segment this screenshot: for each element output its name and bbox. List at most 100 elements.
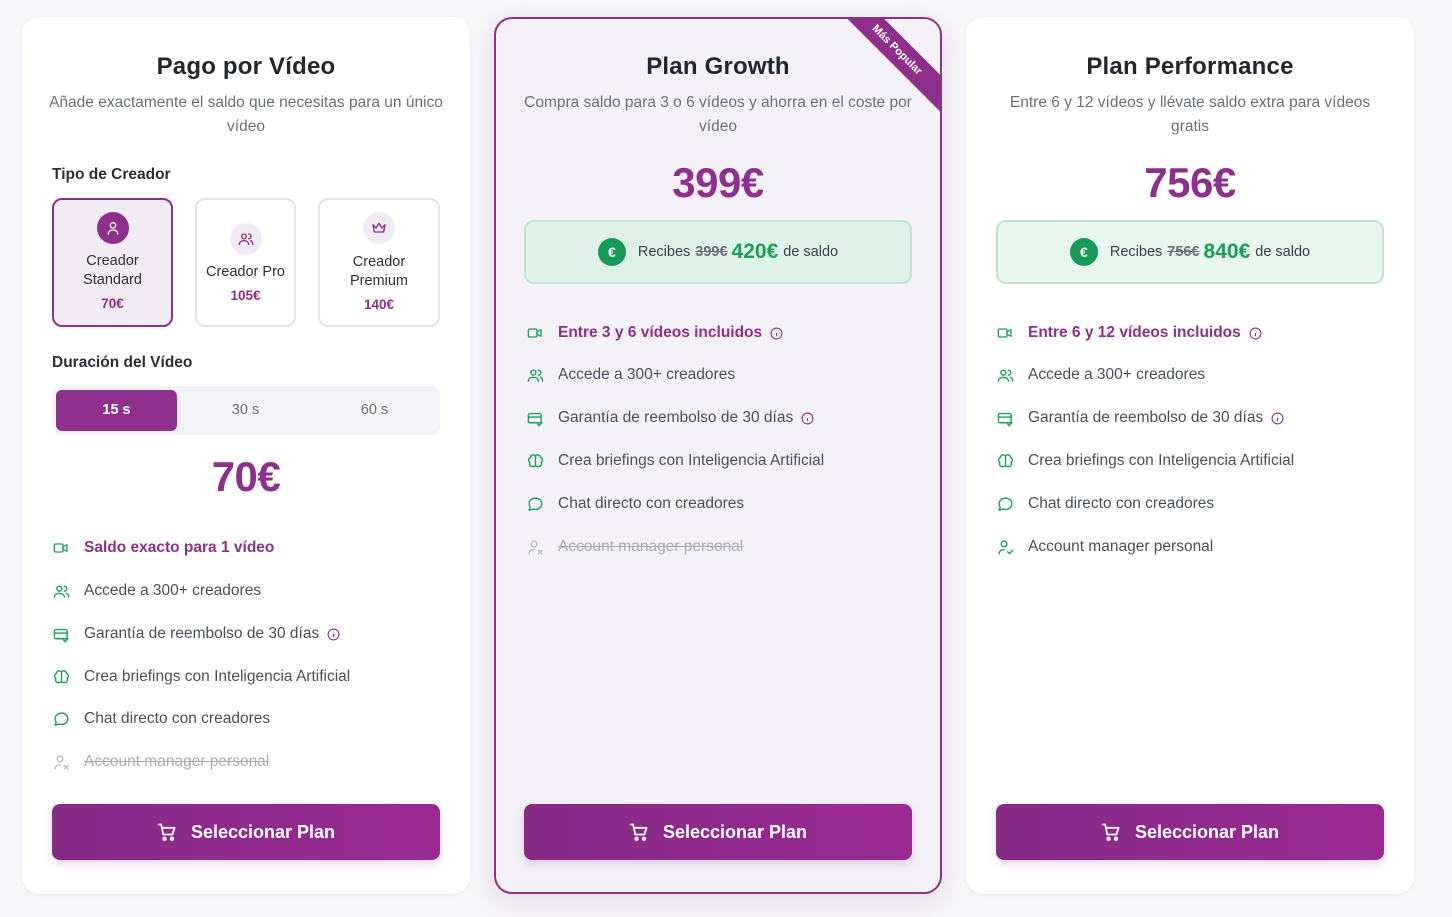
info-icon[interactable] — [801, 412, 814, 425]
creator-option-price: 70€ — [101, 296, 124, 311]
user-check-icon — [996, 538, 1014, 556]
euro-icon: € — [597, 238, 626, 266]
feature-item: Chat directo con creadores — [996, 493, 1394, 515]
feature-text: Crea briefings con Inteligencia Artifici… — [558, 452, 825, 469]
crown-icon — [363, 212, 395, 244]
refund-icon — [52, 625, 70, 643]
user-x-icon — [526, 538, 544, 556]
feature-item: Accede a 300+ creadores — [52, 580, 450, 602]
video-icon — [996, 324, 1014, 342]
info-icon[interactable] — [327, 628, 340, 641]
cart-icon — [629, 822, 649, 842]
feature-item: Entre 6 y 12 vídeos incluidos — [996, 322, 1394, 344]
feature-text: Chat directo con creadores — [1028, 495, 1215, 512]
feature-item: Account manager personal — [52, 751, 450, 773]
duration-selector: 15 s 30 s 60 s — [52, 386, 440, 435]
feature-item: Garantía de reembolso de 30 días — [52, 623, 450, 645]
creator-option-price: 105€ — [230, 288, 261, 303]
chat-icon — [526, 495, 544, 513]
feature-item: Saldo exacto para 1 vídeo — [52, 537, 450, 559]
video-icon — [526, 324, 544, 342]
feature-item: Account manager personal — [526, 536, 920, 558]
feature-item: Crea briefings con Inteligencia Artifici… — [526, 450, 920, 472]
chat-icon — [52, 710, 70, 728]
feature-item: Chat directo con creadores — [526, 493, 920, 515]
select-plan-button[interactable]: Seleccionar Plan — [524, 804, 912, 860]
feature-item: Account manager personal — [996, 536, 1394, 558]
duration-option-60s[interactable]: 60 s — [314, 390, 435, 431]
feature-text: Accede a 300+ creadores — [84, 582, 262, 599]
brain-icon — [996, 452, 1014, 470]
feature-text: Crea briefings con Inteligencia Artifici… — [1028, 452, 1295, 469]
euro-icon: € — [1069, 238, 1098, 266]
user-icon — [96, 212, 129, 244]
users-icon — [52, 582, 70, 600]
feature-item: Crea briefings con Inteligencia Artifici… — [52, 666, 450, 688]
bonus-banner: € Recibes 756€ 840€ de saldo — [996, 220, 1384, 284]
bonus-old-amount: 399€ — [695, 244, 728, 260]
creator-type-label: Tipo de Creador — [52, 166, 171, 183]
select-plan-button[interactable]: Seleccionar Plan — [52, 804, 440, 860]
user-x-icon — [52, 753, 70, 771]
bonus-suffix: de saldo — [783, 244, 839, 260]
feature-text: Chat directo con creadores — [558, 495, 745, 512]
bonus-old-amount: 756€ — [1167, 244, 1200, 260]
cart-icon — [157, 822, 177, 842]
plan-subtitle: Añade exactamente el saldo que necesitas… — [49, 94, 443, 135]
creator-option-pro[interactable]: Creador Pro 105€ — [195, 198, 296, 327]
creator-option-standard[interactable]: Creador Standard 70€ — [52, 198, 173, 327]
select-plan-label: Seleccionar Plan — [190, 821, 336, 842]
creator-option-premium[interactable]: Creador Premium 140€ — [318, 198, 440, 327]
creator-option-price: 140€ — [363, 297, 395, 312]
bonus-new-amount: 420€ — [731, 240, 779, 263]
feature-text: Garantía de reembolso de 30 días — [558, 409, 794, 426]
feature-item: Chat directo con creadores — [52, 708, 450, 730]
bonus-banner: € Recibes 399€ 420€ de saldo — [524, 220, 912, 284]
feature-text: Account manager personal — [84, 753, 270, 770]
plan-card-pay-per-video: Pago por Vídeo Añade exactamente el sald… — [22, 17, 470, 894]
feature-text: Account manager personal — [1028, 538, 1214, 555]
plan-title: Plan Performance — [1086, 53, 1294, 80]
feature-text: Entre 3 y 6 vídeos incluidos — [558, 324, 763, 341]
users-icon — [526, 366, 544, 384]
feature-text: Entre 6 y 12 vídeos incluidos — [1028, 324, 1241, 341]
feature-item: Garantía de reembolso de 30 días — [996, 407, 1394, 429]
users-icon — [996, 366, 1014, 384]
bonus-prefix: Recibes — [637, 244, 691, 260]
feature-item: Accede a 300+ creadores — [996, 364, 1394, 386]
plan-title: Plan Growth — [646, 53, 790, 80]
feature-item: Entre 3 y 6 vídeos incluidos — [526, 322, 920, 344]
duration-label: Duración del Vídeo — [52, 354, 193, 371]
video-icon — [52, 539, 70, 557]
feature-text: Garantía de reembolso de 30 días — [1028, 409, 1264, 426]
plan-price: 399€ — [672, 159, 764, 206]
feature-item: Accede a 300+ creadores — [526, 364, 920, 386]
select-plan-button[interactable]: Seleccionar Plan — [996, 804, 1384, 860]
feature-item: Garantía de reembolso de 30 días — [526, 407, 920, 429]
feature-text: Accede a 300+ creadores — [1028, 366, 1206, 383]
cart-icon — [1101, 822, 1121, 842]
feature-text: Accede a 300+ creadores — [558, 366, 736, 383]
duration-option-15s[interactable]: 15 s — [56, 390, 177, 431]
feature-text: Garantía de reembolso de 30 días — [84, 625, 320, 642]
brain-icon — [52, 668, 70, 686]
chat-icon — [996, 495, 1014, 513]
bonus-suffix: de saldo — [1255, 244, 1311, 260]
feature-text: Saldo exacto para 1 vídeo — [84, 539, 275, 556]
plan-subtitle: Entre 6 y 12 vídeos y llévate saldo extr… — [1009, 94, 1371, 135]
select-plan-label: Seleccionar Plan — [662, 821, 808, 842]
creator-option-name: Creador Standard — [83, 253, 142, 288]
refund-icon — [996, 409, 1014, 427]
feature-text: Chat directo con creadores — [84, 710, 271, 727]
duration-option-30s[interactable]: 30 s — [185, 390, 306, 431]
brain-icon — [526, 452, 544, 470]
info-icon[interactable] — [1271, 412, 1284, 425]
bonus-new-amount: 840€ — [1203, 240, 1251, 263]
plan-subtitle: Compra saldo para 3 o 6 vídeos y ahorra … — [524, 94, 912, 135]
info-icon[interactable] — [770, 327, 783, 340]
feature-item: Crea briefings con Inteligencia Artifici… — [996, 450, 1394, 472]
info-icon[interactable] — [1249, 327, 1262, 340]
bonus-prefix: Recibes — [1109, 244, 1163, 260]
users-icon — [229, 223, 262, 255]
feature-text: Account manager personal — [558, 538, 744, 555]
